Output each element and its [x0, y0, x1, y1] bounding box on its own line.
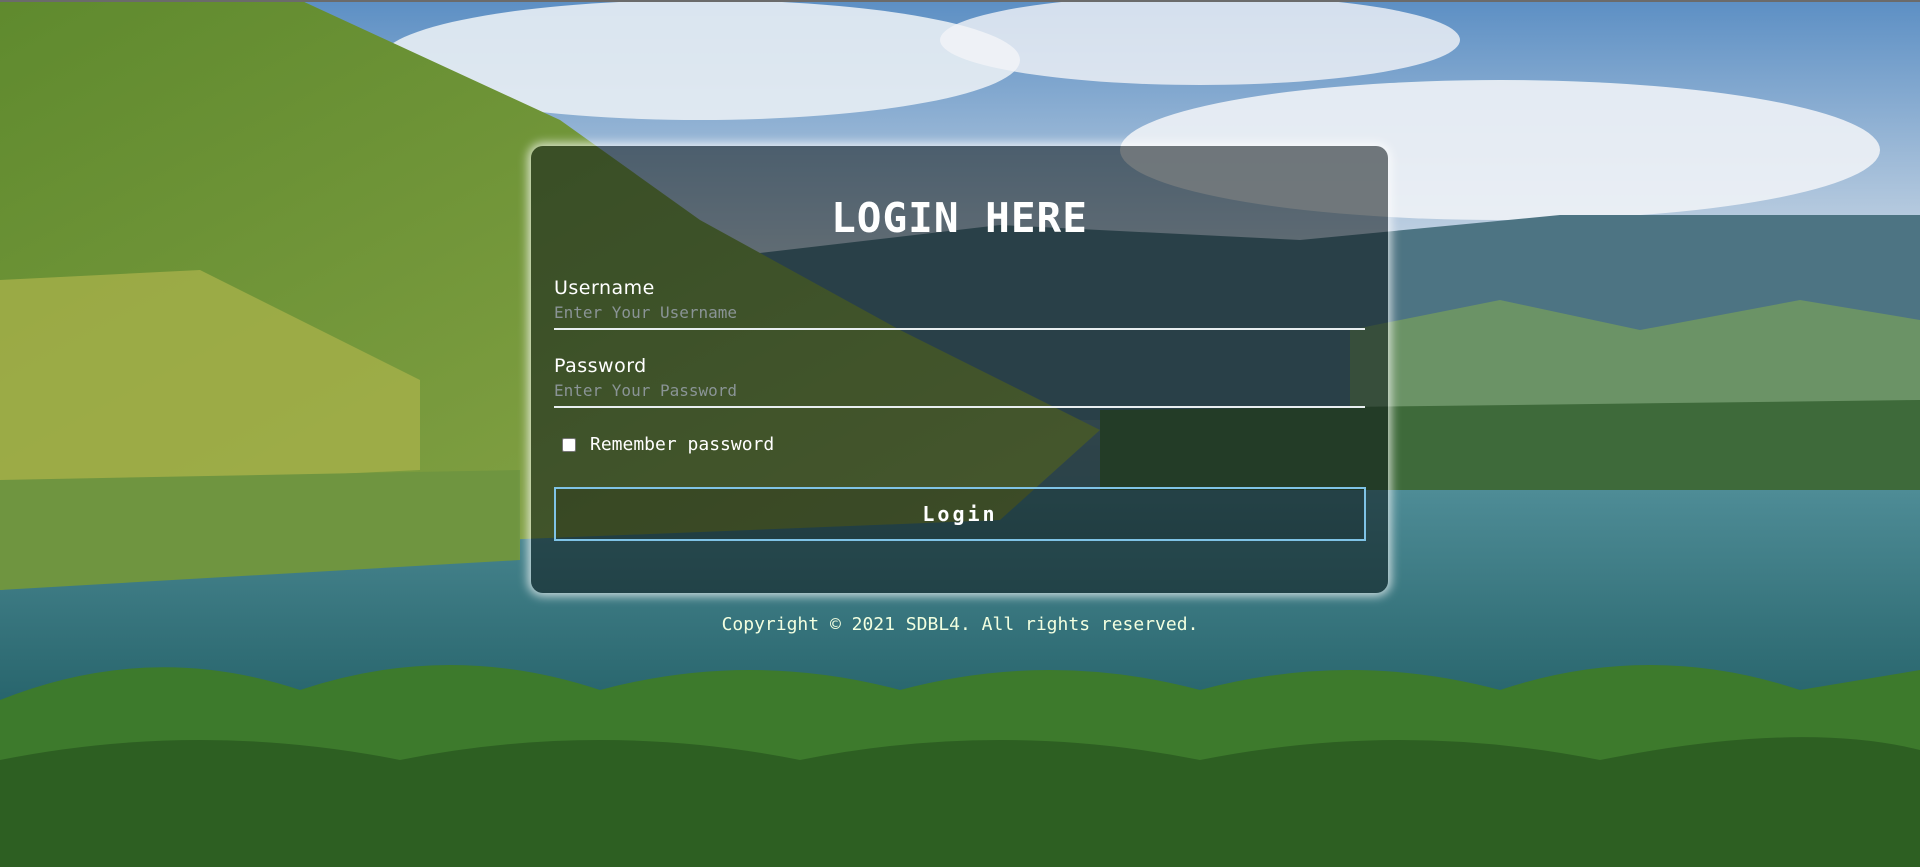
password-input[interactable]	[554, 379, 1365, 408]
username-label: Username	[554, 277, 655, 299]
password-label: Password	[554, 355, 647, 377]
remember-password-label[interactable]: Remember password	[590, 434, 774, 455]
remember-password-checkbox[interactable]	[562, 437, 576, 452]
login-button[interactable]: Login	[554, 487, 1366, 541]
copyright-text: Copyright © 2021 SDBL4. All rights reser…	[721, 614, 1199, 635]
remember-password-row: Remember password	[562, 434, 774, 455]
username-input[interactable]	[554, 301, 1365, 330]
login-card: LOGIN HERE Username Password Remember pa…	[531, 146, 1388, 593]
password-field-group: Password	[554, 355, 1365, 408]
page-title: LOGIN HERE	[831, 194, 1088, 242]
username-field-group: Username	[554, 277, 1365, 330]
